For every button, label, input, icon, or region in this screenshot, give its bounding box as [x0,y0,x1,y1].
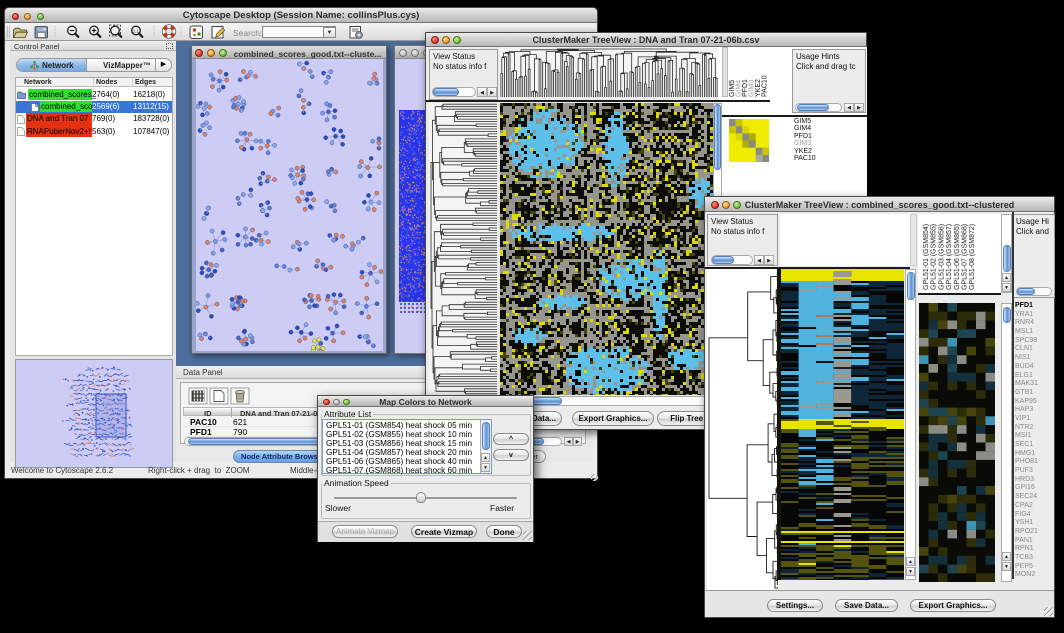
svg-text:GPL51-06 (GSM865): GPL51-06 (GSM865) [954,224,961,290]
svg-text:GPL51-08 (GSM872): GPL51-08 (GSM872) [969,224,976,290]
svg-text:GPL51-03 (GSM856): GPL51-03 (GSM856) [938,224,945,290]
svg-text:GPL51-07 (GSM868): GPL51-07 (GSM868) [962,224,969,290]
svg-text:GPL51-02 (GSM855): GPL51-02 (GSM855) [931,224,938,290]
svg-text:GPL51-01 (GSM854): GPL51-01 (GSM854) [923,224,930,290]
svg-text:GPL51-04 (GSM857): GPL51-04 (GSM857) [946,224,953,290]
svg-text:1:1: 1:1 [133,29,140,34]
svg-text:PAC10: PAC10 [762,75,769,97]
